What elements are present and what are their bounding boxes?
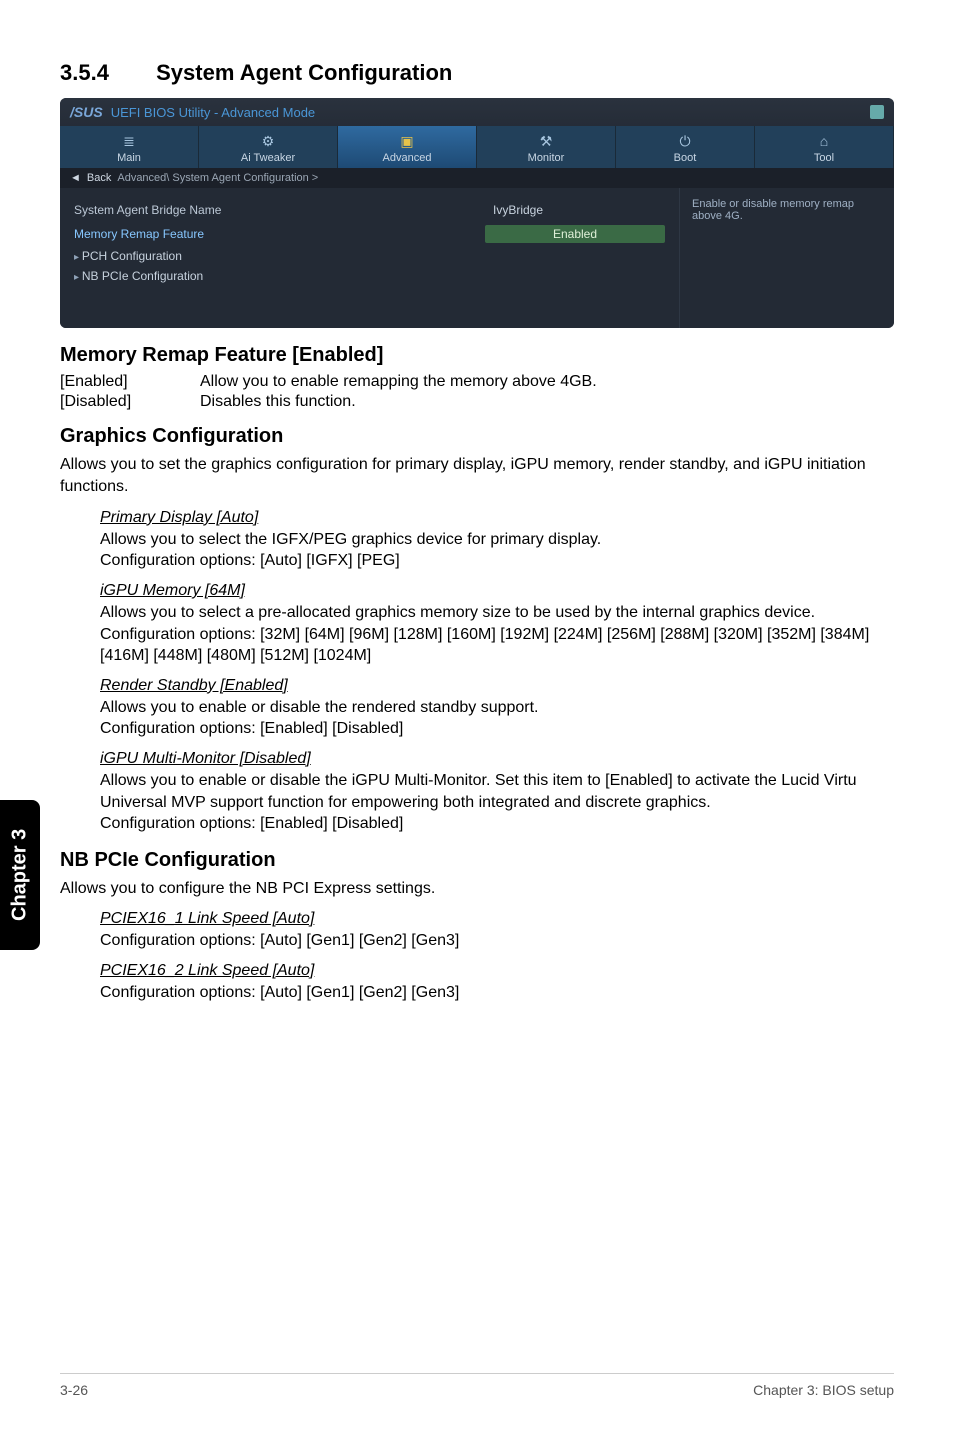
subitem-title: Render Standby [Enabled] [100,677,894,695]
toolbox-icon: ⌂ [755,132,893,150]
subitem-title: iGPU Memory [64M] [100,582,894,600]
subitem-igpu-memory: iGPU Memory [64M] Allows you to select a… [100,582,894,667]
option-value: Disables this function. [200,393,894,411]
subitem-line: Configuration options: [Auto] [Gen1] [Ge… [100,930,894,952]
subitem-title: PCIEX16_2 Link Speed [Auto] [100,962,894,980]
breadcrumb: ◄ Back Advanced\ System Agent Configurat… [60,168,894,188]
page-footer: 3-26 Chapter 3: BIOS setup [60,1373,894,1398]
setting-label: System Agent Bridge Name [74,203,221,217]
nb-pcie-desc: Allows you to configure the NB PCI Expre… [60,878,894,900]
subitem-line: Allows you to enable or disable the rend… [100,697,894,719]
tab-tool[interactable]: ⌂ Tool [755,126,894,168]
tab-monitor[interactable]: ⚒ Monitor [477,126,616,168]
option-key: [Enabled] [60,373,200,391]
subitem-render-standby: Render Standby [Enabled] Allows you to e… [100,677,894,740]
footer-chapter: Chapter 3: BIOS setup [753,1382,894,1398]
tab-advanced-label: Advanced [338,152,476,164]
subitem-line: Configuration options: [Enabled] [Disabl… [100,813,894,835]
tab-tool-label: Tool [755,152,893,164]
tab-main[interactable]: ≣ Main [60,126,199,168]
tab-ai-tweaker[interactable]: ⚙ Ai Tweaker [199,126,338,168]
bios-help-panel: Enable or disable memory remap above 4G. [679,188,894,328]
setting-label: NB PCIe Configuration [74,269,203,283]
tab-boot-label: Boot [616,152,754,164]
tab-advanced[interactable]: ▣ Advanced [338,126,477,168]
list-icon: ≣ [60,132,198,150]
section-title: System Agent Configuration [156,60,452,85]
wrench-icon: ⚒ [477,132,615,150]
option-row: [Disabled] Disables this function. [60,393,894,411]
chip-icon: ▣ [338,132,476,150]
setting-row-nb-pcie-config[interactable]: NB PCIe Configuration [74,266,665,286]
side-chapter-tab: Chapter 3 [0,800,40,950]
tab-ai-tweaker-label: Ai Tweaker [199,152,337,164]
subitem-line: Allows you to select a pre-allocated gra… [100,602,894,624]
setting-label: PCH Configuration [74,249,182,263]
dial-icon: ⚙ [199,132,337,150]
setting-label: Memory Remap Feature [74,227,204,241]
subitem-line: Allows you to select the IGFX/PEG graphi… [100,529,894,551]
subitem-pciex16-1: PCIEX16_1 Link Speed [Auto] Configuratio… [100,910,894,952]
subitem-title: PCIEX16_1 Link Speed [Auto] [100,910,894,928]
bios-logo: /SUS [70,104,103,120]
setting-row-memory-remap[interactable]: Memory Remap Feature Enabled [74,222,665,246]
heading-nb-pcie: NB PCIe Configuration [60,849,894,872]
option-key: [Disabled] [60,393,200,411]
option-value: Allow you to enable remapping the memory… [200,373,894,391]
subitem-line: Configuration options: [Auto] [Gen1] [Ge… [100,982,894,1004]
section-number: 3.5.4 [60,60,150,86]
subitem-title: Primary Display [Auto] [100,509,894,527]
setting-row-pch-config[interactable]: PCH Configuration [74,246,665,266]
bios-tabs: ≣ Main ⚙ Ai Tweaker ▣ Advanced ⚒ Monitor… [60,126,894,168]
setting-row-bridge-name: System Agent Bridge Name IvyBridge [74,198,665,222]
tab-boot[interactable]: ⏻ Boot [616,126,755,168]
back-arrow-icon[interactable]: ◄ [70,172,81,184]
tab-main-label: Main [60,152,198,164]
power-icon: ⏻ [616,132,754,150]
footer-page-number: 3-26 [60,1382,88,1398]
subitem-igpu-multimonitor: iGPU Multi-Monitor [Disabled] Allows you… [100,750,894,835]
section-heading: 3.5.4 System Agent Configuration [60,60,894,86]
breadcrumb-path: Advanced\ System Agent Configuration > [117,172,318,184]
subitem-line: Allows you to enable or disable the iGPU… [100,770,894,813]
graphics-desc: Allows you to set the graphics configura… [60,454,894,499]
bios-titlebar: /SUS UEFI BIOS Utility - Advanced Mode [60,98,894,126]
subitem-pciex16-2: PCIEX16_2 Link Speed [Auto] Configuratio… [100,962,894,1004]
heading-memory-remap: Memory Remap Feature [Enabled] [60,344,894,367]
option-row: [Enabled] Allow you to enable remapping … [60,373,894,391]
subitem-line: Configuration options: [32M] [64M] [96M]… [100,624,894,667]
tab-monitor-label: Monitor [477,152,615,164]
subitem-line: Configuration options: [Auto] [IGFX] [PE… [100,550,894,572]
bios-title-text: UEFI BIOS Utility - Advanced Mode [111,105,315,120]
subitem-title: iGPU Multi-Monitor [Disabled] [100,750,894,768]
back-button[interactable]: Back [87,172,111,184]
bios-settings-panel: System Agent Bridge Name IvyBridge Memor… [60,188,679,328]
help-text: Enable or disable memory remap above 4G. [692,198,882,222]
setting-value[interactable]: Enabled [485,225,665,243]
exit-icon[interactable] [870,105,884,119]
setting-value: IvyBridge [485,201,665,219]
heading-graphics-config: Graphics Configuration [60,425,894,448]
subitem-line: Configuration options: [Enabled] [Disabl… [100,718,894,740]
subitem-primary-display: Primary Display [Auto] Allows you to sel… [100,509,894,572]
bios-window: /SUS UEFI BIOS Utility - Advanced Mode ≣… [60,98,894,328]
